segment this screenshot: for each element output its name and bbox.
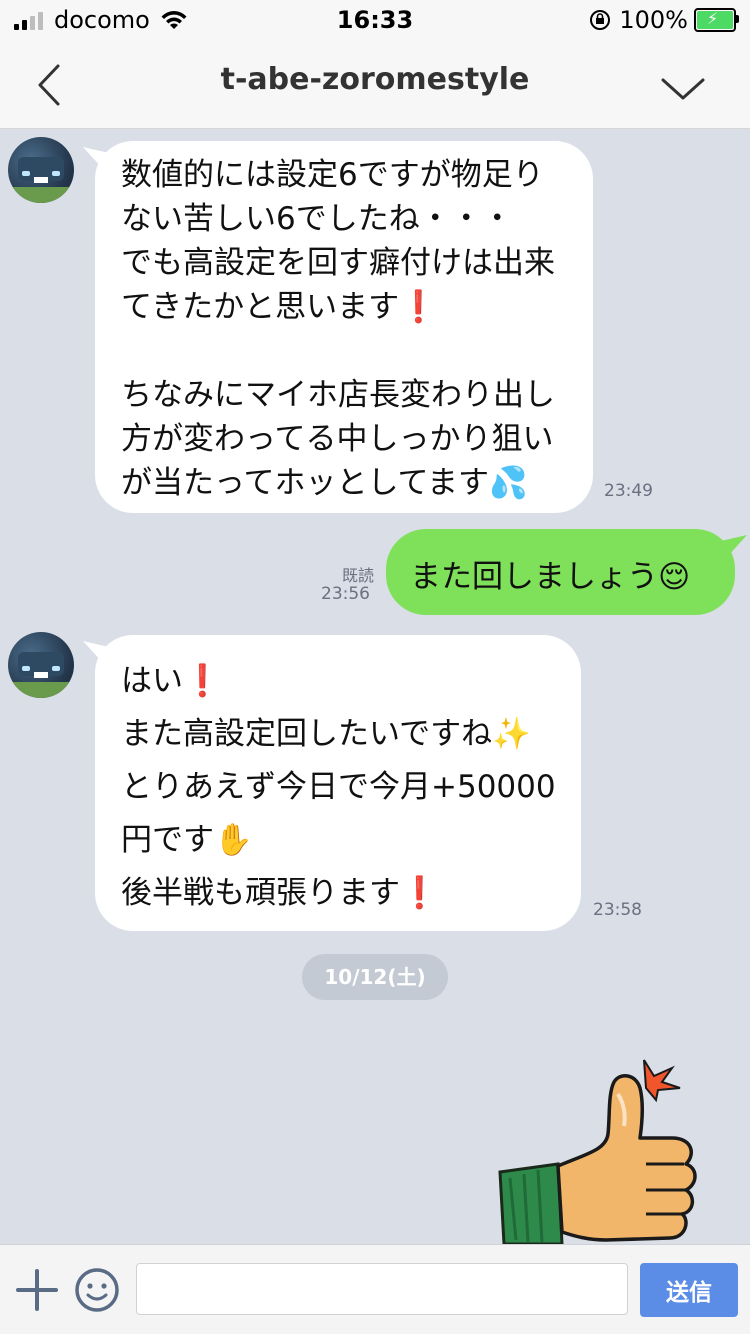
- message-timestamp: 23:49: [604, 481, 653, 501]
- avatar[interactable]: [8, 137, 74, 203]
- chat-header: t-abe-zoromestyle: [0, 40, 750, 129]
- status-right: 100% ⚡: [589, 6, 739, 34]
- message-bubble-outgoing[interactable]: また回しましょう😌: [386, 529, 735, 615]
- message-bubble-incoming[interactable]: はい❗ また高設定回したいですね✨ とりあえず今日で今月+50000 円です✋ …: [95, 635, 581, 931]
- message-text: また回しましょう😌: [410, 559, 691, 595]
- rotation-lock-icon: [590, 10, 611, 30]
- emoji-icon[interactable]: [74, 1267, 120, 1313]
- battery-icon: ⚡: [694, 8, 739, 32]
- message-line: 数値的には設定6ですが物足り: [121, 157, 544, 193]
- message-bubble-incoming[interactable]: 数値的には設定6ですが物足り ない苦しい6でしたね・・・ でも高設定を回す癖付け…: [95, 141, 593, 513]
- thumbs-up-sticker-icon[interactable]: [496, 1054, 706, 1244]
- message-line: 円です✋: [121, 822, 253, 858]
- message-text: 数値的には設定6ですが物足り ない苦しい6でしたね・・・ でも高設定を回す癖付け…: [121, 153, 555, 505]
- message-line: ちなみにマイホ店長変わり出し: [121, 377, 555, 413]
- message-input[interactable]: [136, 1263, 628, 1315]
- message-line: ない苦しい6でしたね・・・: [121, 201, 513, 237]
- send-button[interactable]: 送信: [640, 1263, 738, 1317]
- message-line: 方が変わってる中しっかり狙い: [121, 421, 554, 457]
- message-line: また高設定回したいですね✨: [121, 716, 531, 752]
- status-bar: docomo 16:33 100% ⚡: [0, 0, 750, 40]
- date-divider: 10/12(土): [302, 954, 448, 1000]
- message-text: はい❗ また高設定回したいですね✨ とりあえず今日で今月+50000 円です✋ …: [121, 655, 556, 920]
- message-timestamp: 23:56: [321, 584, 370, 604]
- chat-area[interactable]: 数値的には設定6ですが物足り ない苦しい6でしたね・・・ でも高設定を回す癖付け…: [0, 129, 750, 1244]
- message-line: 後半戦も頑張ります❗: [121, 875, 439, 911]
- message-line: が当たってホッとしてます💦: [121, 465, 528, 501]
- message-line: とりあえず今日で今月+50000: [121, 769, 556, 805]
- message-timestamp: 23:58: [593, 900, 642, 920]
- plus-icon[interactable]: [16, 1269, 58, 1311]
- message-input-bar: 送信: [0, 1244, 750, 1334]
- battery-percent: 100%: [619, 6, 688, 34]
- chat-title: t-abe-zoromestyle: [220, 62, 530, 97]
- read-receipt: 既読: [341, 566, 374, 585]
- message-line: てきたかと思います❗: [121, 289, 438, 325]
- message-line: はい❗: [121, 663, 222, 699]
- message-line: でも高設定を回す癖付けは出来: [121, 245, 555, 281]
- avatar[interactable]: [8, 632, 74, 698]
- chevron-down-icon[interactable]: [660, 70, 706, 106]
